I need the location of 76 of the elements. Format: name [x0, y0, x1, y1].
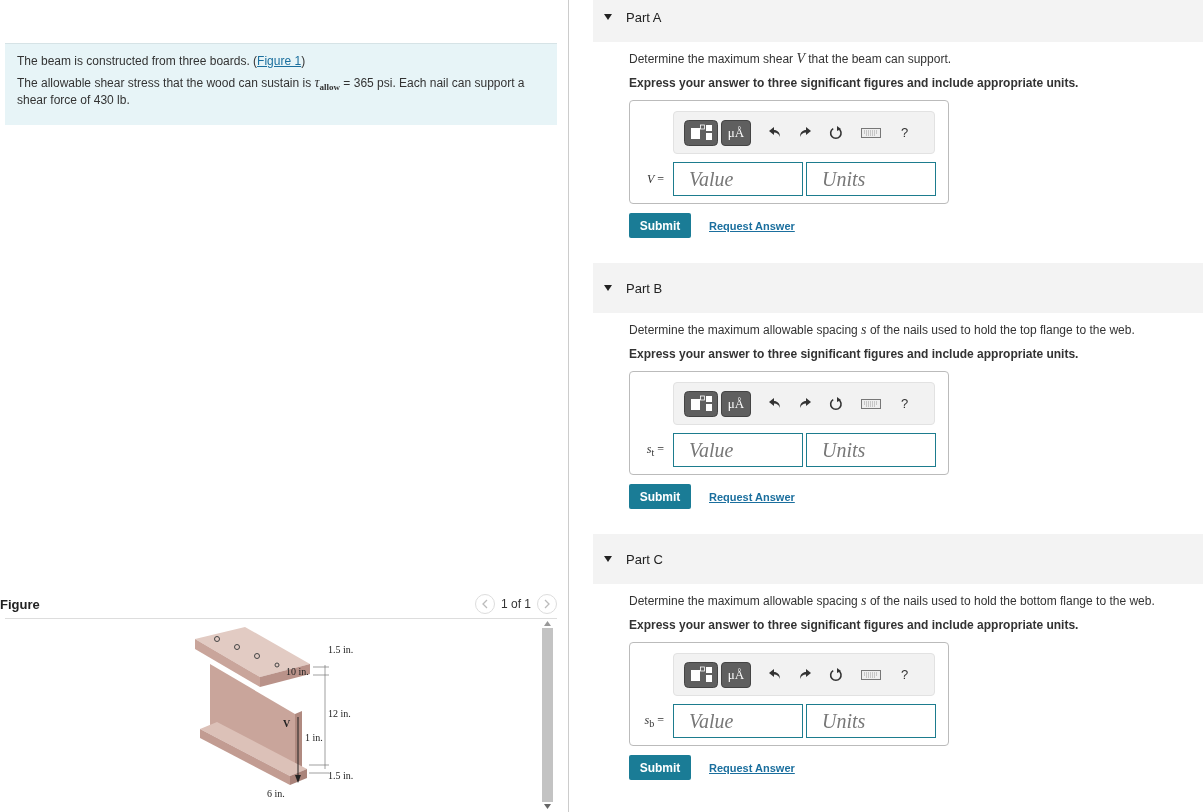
submit-button[interactable]: Submit: [629, 484, 691, 509]
reset-icon: [829, 667, 843, 682]
variable-label: s$_{b}$ =: [643, 712, 665, 730]
scroll-up-icon: [543, 621, 551, 626]
question-text: Determine the maximum allowable spacing s of the nails used to hold the top flange to the web.: [629, 323, 1136, 337]
instruction-text: Express your answer to three significant figures and include appropriate units.: [629, 618, 1080, 632]
instruction-text: Express your answer to three significant figures and include appropriate units.: [629, 347, 1080, 361]
request-answer-link[interactable]: Request Answer: [709, 761, 795, 774]
problem-text: The beam is constructed from three boards. (Figure 1): [17, 55, 307, 68]
undo-button[interactable]: [769, 669, 781, 680]
units-button[interactable]: μÅ: [721, 119, 751, 146]
dimension-label: 6 in.: [267, 788, 285, 799]
request-answer-link[interactable]: Request Answer: [709, 219, 795, 232]
dimension-label: 1 in.: [305, 732, 323, 743]
page-indicator: 1 of 1: [500, 597, 531, 611]
keyboard-button[interactable]: [861, 398, 881, 409]
redo-icon: [799, 669, 811, 680]
redo-button[interactable]: [799, 127, 811, 138]
redo-button[interactable]: [799, 669, 811, 680]
instruction-text: Express your answer to three significant figures and include appropriate units.: [629, 76, 1080, 90]
keyboard-icon: [861, 127, 881, 138]
scrollbar[interactable]: [541, 621, 553, 809]
undo-button[interactable]: [769, 398, 781, 409]
chevron-left-icon: [480, 599, 489, 609]
value-field[interactable]: Value: [673, 433, 803, 467]
units-button[interactable]: μÅ: [721, 661, 751, 688]
undo-button[interactable]: [769, 127, 781, 138]
templates-button[interactable]: [684, 390, 718, 417]
dimension-label: 1.5 in.: [328, 770, 354, 781]
keyboard-button[interactable]: [861, 669, 881, 680]
scroll-down-icon: [543, 804, 551, 809]
dimension-label: 12 in.: [328, 708, 351, 719]
keyboard-icon: [861, 669, 881, 680]
keyboard-icon: [861, 398, 881, 409]
reset-button[interactable]: [829, 125, 843, 140]
undo-icon: [769, 669, 781, 680]
keyboard-button[interactable]: [861, 127, 881, 138]
reset-icon: [829, 125, 843, 140]
units-field[interactable]: Units: [806, 704, 936, 738]
variable-label: V =: [645, 171, 665, 187]
help-button[interactable]: ?: [901, 667, 909, 682]
value-field[interactable]: Value: [673, 704, 803, 738]
templates-button[interactable]: [684, 661, 718, 688]
chevron-right-icon: [543, 599, 551, 609]
submit-button[interactable]: Submit: [629, 755, 691, 780]
dimension-label: 10 in.: [286, 666, 309, 677]
part-header[interactable]: Part B: [593, 263, 1203, 313]
reset-button[interactable]: [829, 667, 843, 682]
variable-label: s$_{t}$ =: [645, 441, 665, 459]
units-field[interactable]: Units: [806, 433, 936, 467]
question-text: Determine the maximum allowable spacing s of the nails used to hold the bottom flange to the web.: [629, 594, 1156, 608]
templates-icon: [684, 119, 718, 146]
part-header[interactable]: Part C: [593, 534, 1203, 584]
units-button[interactable]: μÅ: [721, 390, 751, 417]
redo-icon: [799, 127, 811, 138]
force-label: V: [283, 718, 291, 729]
templates-icon: [684, 390, 718, 417]
redo-button[interactable]: [799, 398, 811, 409]
reset-button[interactable]: [829, 396, 843, 411]
undo-icon: [769, 398, 781, 409]
submit-button[interactable]: Submit: [629, 213, 691, 238]
reset-icon: [829, 396, 843, 411]
help-button[interactable]: ?: [901, 125, 909, 140]
value-field[interactable]: Value: [673, 162, 803, 196]
problem-text: The allowable shear stress that the wood can sustain is τ$_{allow}$ = 365 psi. Each nail can support a shear force of 430 lb.: [17, 76, 526, 108]
units-field[interactable]: Units: [806, 162, 936, 196]
figure-link[interactable]: Figure 1: [257, 54, 302, 68]
dimension-label: 1.5 in.: [328, 644, 354, 655]
undo-icon: [769, 127, 781, 138]
templates-button[interactable]: [684, 119, 718, 146]
templates-icon: [684, 661, 718, 688]
figure-title: Figure: [0, 596, 40, 612]
request-answer-link[interactable]: Request Answer: [709, 490, 795, 503]
help-button[interactable]: ?: [901, 396, 909, 411]
part-header[interactable]: Part A: [593, 0, 1203, 42]
redo-icon: [799, 398, 811, 409]
